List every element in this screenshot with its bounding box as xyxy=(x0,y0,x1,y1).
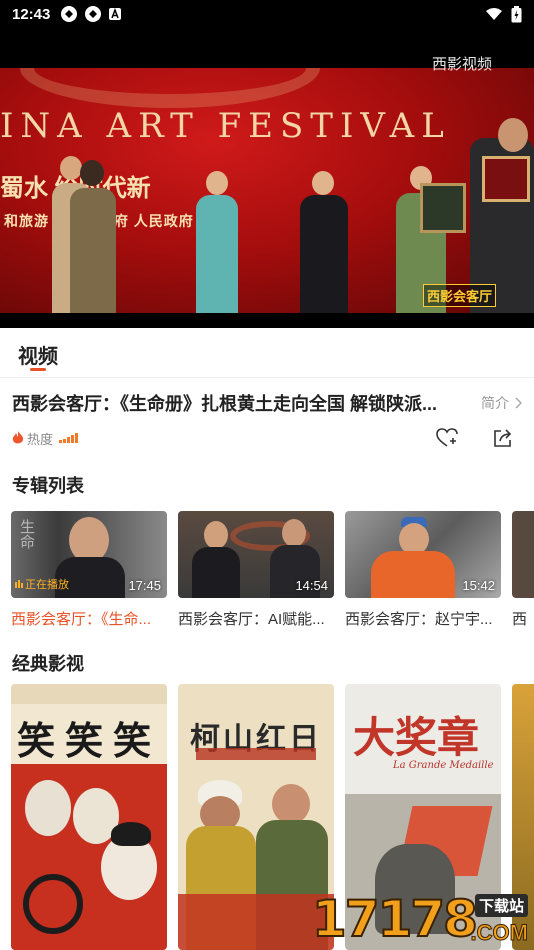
album-thumbnail: 生命 正在播放 17:45 xyxy=(11,511,167,598)
heat-label: 热度 xyxy=(27,431,54,447)
favorite-button[interactable] xyxy=(436,427,458,449)
heat-level-bars xyxy=(59,433,79,443)
album-item-label: 西影会客厅：赵宁宇... xyxy=(345,611,493,628)
video-title-row: 西影会客厅：《生命册》扎根黄土走向全国 解锁陕派... 简介 xyxy=(12,388,522,418)
album-duration: 15:42 xyxy=(462,578,495,593)
chevron-right-icon xyxy=(515,397,522,409)
poster-title: 笑笑笑 xyxy=(17,718,162,763)
battery-icon xyxy=(511,5,522,22)
tab-video[interactable]: 视频 xyxy=(18,340,58,369)
frame-plaque xyxy=(482,156,530,202)
heart-add-icon xyxy=(436,428,458,447)
intro-button[interactable]: 简介 xyxy=(481,393,522,413)
share-icon xyxy=(494,429,512,447)
video-title: 西影会客厅：《生命册》扎根黄土走向全国 解锁陕派... xyxy=(12,394,438,414)
wifi-icon xyxy=(486,8,502,20)
album-item-label: 西影会客厅：AI赋能... xyxy=(178,611,325,628)
album-section-title: 专辑列表 xyxy=(12,476,84,496)
frame-decoration xyxy=(20,68,320,108)
share-button[interactable] xyxy=(492,427,514,449)
video-meta-row: 热度 xyxy=(12,424,522,452)
heat-indicator: 热度 xyxy=(12,429,79,448)
video-frame[interactable]: INA ART FESTIVAL 蜀水 绘时代新 和旅游 市人民政府 人民政府 xyxy=(0,68,534,313)
app-notification-icon xyxy=(61,6,78,22)
album-item[interactable]: 西 xyxy=(512,511,534,631)
tab-bar: 视频 xyxy=(0,328,534,378)
video-actions xyxy=(436,427,514,449)
poster-title: 大奖章 xyxy=(353,713,480,762)
player-source-watermark: 西影视频 xyxy=(431,56,492,73)
watermark-download-label: 下载站 xyxy=(474,894,528,917)
classics-section-title: 经典影视 xyxy=(12,654,84,674)
album-item-label: 西影会客厅：《生命... xyxy=(11,611,152,628)
album-item[interactable]: 15:42 西影会客厅：赵宁宇... xyxy=(345,511,501,631)
album-item-label: 西 xyxy=(512,611,528,628)
watermark-domain: .COM xyxy=(470,920,528,946)
status-time: 12:43 xyxy=(12,5,51,23)
tab-active-indicator xyxy=(30,368,46,371)
album-thumbnail: 15:42 xyxy=(345,511,501,598)
album-duration: 14:54 xyxy=(295,578,328,593)
player-brand-watermark: 西影会客厅 xyxy=(422,284,496,307)
video-player[interactable]: INA ART FESTIVAL 蜀水 绘时代新 和旅游 市人民政府 人民政府 … xyxy=(0,28,534,328)
poster-subtitle: La Grande Medaille xyxy=(393,760,494,771)
album-list[interactable]: 生命 正在播放 17:45 西影会客厅：《生命... 14:54 西影会客厅：A… xyxy=(11,511,534,631)
classic-poster[interactable]: 笑笑笑 xyxy=(11,684,167,950)
playing-bars-icon xyxy=(15,580,23,588)
now-playing-badge: 正在播放 xyxy=(15,576,69,592)
watermark-digits: 17178 xyxy=(311,889,479,949)
album-item[interactable]: 14:54 西影会客厅：AI赋能... xyxy=(178,511,334,631)
status-system-icons xyxy=(485,5,522,23)
album-item[interactable]: 生命 正在播放 17:45 西影会客厅：《生命... xyxy=(11,511,167,631)
album-thumbnail xyxy=(512,511,534,598)
site-watermark-logo: 17178 下载站 .COM xyxy=(311,889,534,950)
frame-headline-text: INA ART FESTIVAL xyxy=(0,106,451,146)
classic-poster[interactable]: 柯山红日 xyxy=(178,684,334,950)
fire-icon xyxy=(12,431,24,444)
status-bar: 12:43 xyxy=(0,0,534,28)
app-notification-icon xyxy=(85,6,102,22)
font-notification-icon xyxy=(109,7,122,20)
album-duration: 17:45 xyxy=(128,578,161,593)
status-notification-icons xyxy=(60,5,122,23)
intro-label: 简介 xyxy=(481,395,509,411)
frame-plaque xyxy=(420,183,466,233)
album-thumbnail: 14:54 xyxy=(178,511,334,598)
